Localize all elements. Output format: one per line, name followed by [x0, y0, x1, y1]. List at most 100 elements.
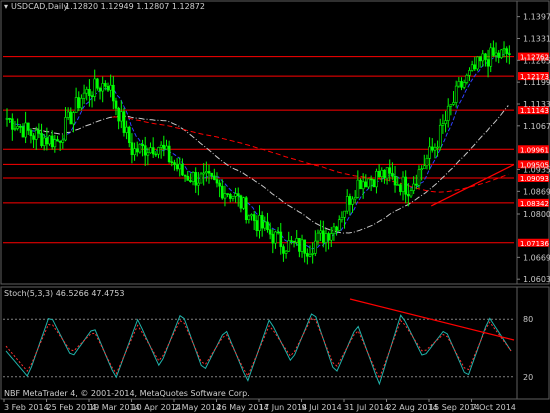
- candle-body[interactable]: [93, 78, 97, 97]
- candle-body[interactable]: [226, 193, 229, 195]
- trendline[interactable]: [430, 164, 515, 207]
- candle-body[interactable]: [114, 100, 118, 109]
- candle-body[interactable]: [247, 215, 251, 221]
- candle-body[interactable]: [319, 230, 322, 234]
- candle-body[interactable]: [37, 129, 41, 134]
- candle-body[interactable]: [364, 181, 368, 188]
- candle-body[interactable]: [191, 172, 195, 182]
- candle-body[interactable]: [183, 174, 187, 177]
- candle-body[interactable]: [8, 118, 12, 120]
- candle-body[interactable]: [345, 196, 349, 212]
- candle-body[interactable]: [444, 120, 447, 124]
- candle-body[interactable]: [268, 229, 272, 235]
- candle-body[interactable]: [170, 161, 174, 164]
- candle-body[interactable]: [377, 171, 381, 177]
- candle-body[interactable]: [497, 52, 501, 58]
- candle-body[interactable]: [167, 145, 171, 163]
- candle-body[interactable]: [26, 122, 30, 131]
- candle-body[interactable]: [420, 168, 423, 171]
- candle-body[interactable]: [101, 83, 105, 92]
- candle-body[interactable]: [157, 147, 160, 155]
- candle-body[interactable]: [5, 118, 9, 120]
- candle-body[interactable]: [290, 240, 293, 242]
- candle-body[interactable]: [409, 190, 413, 197]
- candle-body[interactable]: [353, 197, 357, 200]
- candle-body[interactable]: [109, 84, 113, 91]
- candle-body[interactable]: [500, 49, 503, 58]
- candle-body[interactable]: [96, 78, 99, 89]
- candle-body[interactable]: [425, 158, 429, 167]
- candle-body[interactable]: [337, 219, 341, 231]
- candle-body[interactable]: [399, 184, 402, 192]
- candle-body[interactable]: [481, 53, 485, 62]
- candle-body[interactable]: [284, 250, 288, 254]
- candle-body[interactable]: [186, 175, 190, 181]
- candle-body[interactable]: [127, 126, 131, 143]
- candle-body[interactable]: [16, 126, 19, 129]
- candle-body[interactable]: [122, 111, 126, 133]
- candle-body[interactable]: [476, 56, 479, 70]
- candle-body[interactable]: [505, 48, 509, 54]
- candle-body[interactable]: [274, 231, 277, 244]
- candle-body[interactable]: [133, 148, 136, 156]
- candle-body[interactable]: [29, 130, 33, 137]
- candle-body[interactable]: [287, 240, 291, 252]
- candle-body[interactable]: [324, 233, 328, 243]
- candle-body[interactable]: [69, 111, 73, 125]
- candle-body[interactable]: [194, 172, 198, 186]
- candle-body[interactable]: [327, 233, 330, 241]
- candle-body[interactable]: [361, 181, 365, 190]
- candle-body[interactable]: [21, 126, 25, 138]
- candle-body[interactable]: [106, 86, 110, 91]
- candle-body[interactable]: [486, 59, 490, 67]
- candle-body[interactable]: [202, 172, 206, 175]
- candle-body[interactable]: [260, 215, 264, 229]
- candle-body[interactable]: [135, 148, 139, 153]
- candle-body[interactable]: [372, 179, 376, 188]
- candle-body[interactable]: [266, 221, 269, 231]
- candle-body[interactable]: [112, 84, 115, 102]
- candle-body[interactable]: [13, 128, 17, 130]
- candle-body[interactable]: [56, 139, 59, 142]
- candle-body[interactable]: [385, 167, 389, 179]
- candle-body[interactable]: [223, 193, 227, 199]
- candle-body[interactable]: [178, 163, 182, 170]
- candle-body[interactable]: [454, 85, 458, 103]
- candle-body[interactable]: [74, 97, 78, 113]
- candle-body[interactable]: [125, 126, 128, 133]
- candle-body[interactable]: [24, 122, 27, 138]
- candle-body[interactable]: [250, 214, 253, 217]
- candle-body[interactable]: [332, 226, 336, 234]
- candle-body[interactable]: [151, 147, 155, 155]
- candle-body[interactable]: [215, 179, 219, 184]
- candle-body[interactable]: [422, 165, 426, 170]
- candle-body[interactable]: [308, 254, 312, 257]
- candle-body[interactable]: [465, 74, 469, 83]
- candle-body[interactable]: [80, 98, 83, 109]
- candle-body[interactable]: [468, 70, 471, 76]
- candle-body[interactable]: [300, 239, 304, 252]
- candle-body[interactable]: [181, 163, 184, 176]
- candle-body[interactable]: [263, 221, 267, 229]
- candle-body[interactable]: [197, 182, 200, 186]
- candle-body[interactable]: [478, 56, 482, 62]
- candle-body[interactable]: [66, 111, 70, 118]
- candle-body[interactable]: [119, 111, 123, 122]
- candle-body[interactable]: [85, 89, 89, 94]
- candle-body[interactable]: [50, 135, 54, 148]
- candle-body[interactable]: [343, 210, 346, 218]
- candle-body[interactable]: [199, 173, 203, 184]
- candle-body[interactable]: [446, 105, 450, 121]
- candle-body[interactable]: [90, 95, 94, 98]
- candle-body[interactable]: [18, 126, 22, 128]
- candle-body[interactable]: [236, 193, 240, 197]
- candle-body[interactable]: [393, 175, 397, 186]
- candle-body[interactable]: [228, 193, 232, 199]
- candle-body[interactable]: [380, 169, 384, 177]
- candle-body[interactable]: [34, 129, 38, 140]
- candle-body[interactable]: [484, 53, 487, 60]
- candle-body[interactable]: [244, 197, 248, 221]
- candle-body[interactable]: [430, 146, 434, 151]
- candle-body[interactable]: [401, 176, 405, 192]
- candle-body[interactable]: [40, 133, 43, 146]
